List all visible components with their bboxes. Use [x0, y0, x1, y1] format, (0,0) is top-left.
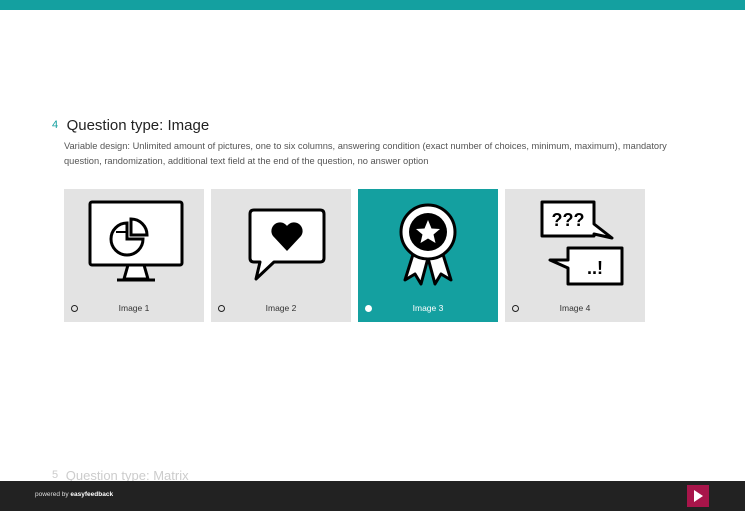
play-triangle-icon: [694, 490, 703, 502]
monitor-pie-chart-icon: [64, 189, 204, 294]
powered-by[interactable]: powered by easyfeedback: [35, 491, 113, 498]
choice-label: Image 2: [265, 303, 297, 313]
choice-label: Image 1: [118, 303, 150, 313]
top-accent-bar: [0, 0, 745, 10]
svg-text:???: ???: [552, 210, 585, 230]
choice-label: Image 4: [559, 303, 591, 313]
award-badge-star-icon: [358, 189, 498, 294]
image-choice-1[interactable]: Image 1: [64, 189, 204, 322]
powered-prefix: powered by: [35, 491, 69, 498]
image-choice-2[interactable]: Image 2: [211, 189, 351, 322]
question-title: Question type: Image: [66, 117, 210, 134]
question-header: 4 Question type: Image: [52, 117, 209, 135]
next-question-number: 5: [52, 469, 59, 481]
choice-label: Image 3: [412, 303, 444, 313]
question-number: 4: [52, 119, 59, 131]
speech-bubble-heart-icon: [211, 189, 351, 294]
svg-text:..!: ..!: [587, 258, 603, 278]
question-exclamation-bubbles-icon: ??? ..!: [505, 189, 645, 294]
footer-bar: powered by easyfeedback: [0, 481, 745, 511]
image-choice-4[interactable]: ??? ..! Image 4: [505, 189, 645, 322]
image-choice-3[interactable]: Image 3: [358, 189, 498, 322]
question-description: Variable design: Unlimited amount of pic…: [64, 141, 667, 166]
next-page-button[interactable]: [687, 485, 709, 507]
brand-name: easyfeedback: [70, 491, 114, 498]
